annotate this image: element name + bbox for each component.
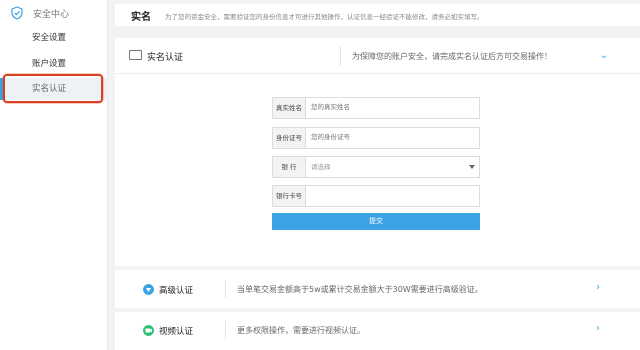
realname-panel-header[interactable]: 实名认证 为保障您的账户安全，请完成实名认证后方可交易操作！ ⌄ — [115, 38, 640, 74]
bank-select-value: 请选择 — [311, 163, 331, 171]
sidebar-header: 安全中心 — [0, 0, 108, 26]
id-card-icon — [129, 50, 142, 60]
page-header: 实名 为了您的资金安全，需要验证您的身份信息才可进行其他操作，认证信息一经验证不… — [115, 4, 640, 26]
card-number-input[interactable] — [309, 186, 477, 206]
card-number-label: 银行卡号 — [273, 186, 306, 206]
divider — [225, 280, 226, 298]
sidebar-item-security-settings[interactable]: 安全设置 — [0, 27, 108, 49]
chevron-right-icon[interactable]: › — [596, 323, 600, 334]
name-label: 真实姓名 — [273, 98, 306, 118]
id-number-field: 身份证号 — [272, 127, 480, 149]
submit-button[interactable]: 提交 — [272, 213, 480, 230]
highlight-box — [3, 74, 103, 103]
advanced-panel[interactable]: 高级认证 当单笔交易金额高于5w或累计交易金额大于30W需要进行高级验证。 › — [115, 270, 640, 308]
advanced-panel-desc: 当单笔交易金额高于5w或累计交易金额大于30W需要进行高级验证。 — [237, 285, 483, 294]
page-note: 为了您的资金安全，需要验证您的身份信息才可进行其他操作，认证信息一经验证不能修改… — [165, 13, 484, 21]
page-title: 实名 — [131, 12, 151, 23]
realname-panel: 实名认证 为保障您的账户安全，请完成实名认证后方可交易操作！ ⌄ 真实姓名 身份… — [115, 38, 640, 266]
name-field: 真实姓名 — [272, 97, 480, 119]
id-number-input[interactable] — [309, 128, 477, 148]
name-input[interactable] — [309, 98, 477, 118]
sidebar: 安全中心 安全设置 账户设置 实名认证 — [0, 0, 108, 350]
chevron-down-icon — [469, 165, 475, 169]
bank-select[interactable]: 银 行 请选择 — [272, 156, 480, 178]
sidebar-title: 安全中心 — [33, 10, 70, 20]
advanced-panel-title: 高级认证 — [159, 286, 194, 296]
sidebar-item-account-settings[interactable]: 账户设置 — [0, 53, 108, 75]
video-panel[interactable]: 视频认证 更多权限操作，需要进行视频认证。 › — [115, 312, 640, 350]
realname-panel-title: 实名认证 — [147, 53, 184, 63]
video-panel-desc: 更多权限操作，需要进行视频认证。 — [237, 326, 365, 335]
chevron-down-icon[interactable]: ⌄ — [600, 50, 608, 61]
video-badge-icon — [143, 325, 154, 336]
card-number-field: 银行卡号 — [272, 185, 480, 207]
shield-icon — [11, 6, 23, 20]
divider — [340, 46, 341, 66]
video-panel-title: 视频认证 — [159, 327, 194, 337]
bank-label: 银 行 — [273, 157, 306, 177]
divider — [225, 321, 226, 339]
chevron-right-icon[interactable]: › — [596, 282, 600, 293]
advanced-badge-icon — [143, 284, 154, 295]
id-number-label: 身份证号 — [273, 128, 306, 148]
realname-panel-desc: 为保障您的账户安全，请完成实名认证后方可交易操作！ — [352, 52, 552, 61]
